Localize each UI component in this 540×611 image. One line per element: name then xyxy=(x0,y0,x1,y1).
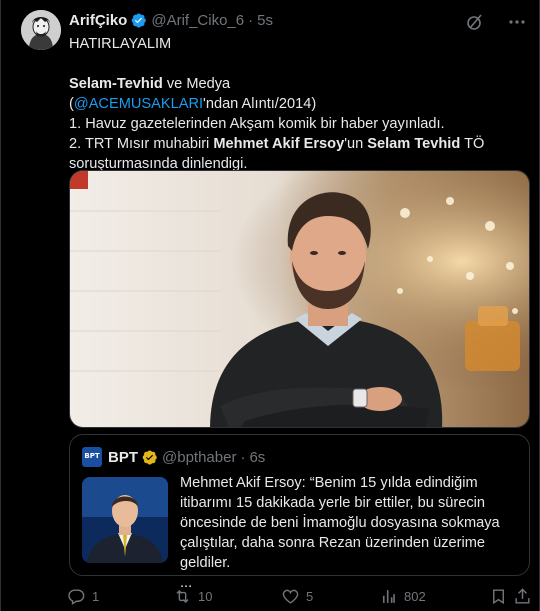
retweet-icon xyxy=(176,589,189,603)
item2-org-bold: Selam Tevhid xyxy=(367,136,461,152)
bpt-logo[interactable]: BPT xyxy=(82,447,102,467)
retweet-count: 10 xyxy=(198,588,213,604)
bpt-logo-text: BPT xyxy=(84,452,100,460)
tweet-actions: 1 10 5 802 xyxy=(67,586,531,606)
quoted-tweet[interactable]: BPT BPT @bpthaber · 6s Mehmet Akif Ersoy… xyxy=(69,434,530,591)
title-rest: ve Medya xyxy=(162,76,231,92)
quoted-tweet-header: BPT BPT @bpthaber · 6s xyxy=(82,447,265,467)
like-button[interactable]: 5 xyxy=(281,587,313,606)
quoted-tweet-time[interactable]: 6s xyxy=(249,449,265,466)
quoted-tweet-thumbnail[interactable] xyxy=(82,477,168,563)
views-count: 802 xyxy=(404,588,426,604)
tweet-time[interactable]: 5s xyxy=(257,12,273,29)
title-bold: Selam-Tevhid xyxy=(69,76,163,92)
avatar-image xyxy=(21,10,61,50)
quoted-tweet-text: Mehmet Akif Ersoy: “Benim 15 yılda edind… xyxy=(180,473,520,593)
verified-badge-icon xyxy=(132,13,147,28)
share-icon xyxy=(515,587,530,604)
tweet-source-line: (@ACEMUSAKLARI'ndan Alıntı/2014) xyxy=(69,94,529,114)
tweet-item-2: 2. TRT Mısır muhabiri Mehmet Akif Ersoy'… xyxy=(69,134,529,154)
reply-count: 1 xyxy=(92,588,100,604)
reply-icon xyxy=(68,588,85,605)
tweet-top-actions xyxy=(465,12,527,32)
share-button[interactable] xyxy=(513,587,532,606)
bookmark-icon xyxy=(493,588,504,604)
like-count: 5 xyxy=(306,588,314,604)
thumbnail-image xyxy=(82,477,168,563)
quoted-author-name[interactable]: BPT xyxy=(108,449,138,466)
tweet-photo[interactable] xyxy=(69,170,530,428)
views-button[interactable]: 802 xyxy=(379,587,426,606)
bookmark-button[interactable] xyxy=(489,587,508,606)
separator-dot: · xyxy=(240,448,246,466)
tweet[interactable]: ArifÇiko @Arif_Ciko_6 · 5s HATIRLAYALIM xyxy=(0,0,540,611)
views-icon xyxy=(382,589,395,603)
tweet-line-1: HATIRLAYALIM xyxy=(69,36,172,52)
tweet-header: ArifÇiko @Arif_Ciko_6 · 5s xyxy=(69,12,273,29)
tweet-item-1: 1. Havuz gazetelerinden Akşam komik bir … xyxy=(69,116,445,132)
paren-rest: 'ndan Alıntı/2014) xyxy=(203,96,317,112)
quoted-text-body: Mehmet Akif Ersoy: “Benim 15 yılda edind… xyxy=(180,475,500,571)
item2-part-e: TÖ xyxy=(460,136,485,152)
more-icon[interactable] xyxy=(507,12,527,32)
photo-image xyxy=(70,171,529,427)
quoted-author-handle[interactable]: @bpthaber xyxy=(162,449,236,466)
author-name[interactable]: ArifÇiko xyxy=(69,12,127,29)
mention-link[interactable]: @ACEMUSAKLARI xyxy=(74,96,203,112)
reply-button[interactable]: 1 xyxy=(67,587,99,606)
item2-part-c: 'un xyxy=(344,136,368,152)
like-icon xyxy=(282,589,299,604)
retweet-button[interactable]: 10 xyxy=(173,587,212,606)
item2-name-bold: Mehmet Akif Ersoy xyxy=(213,136,345,152)
grok-icon[interactable] xyxy=(465,12,485,32)
tweet-title-line: Selam-Tevhid ve Medya xyxy=(69,74,529,94)
tweet-text: HATIRLAYALIM Selam-Tevhid ve Medya (@ACE… xyxy=(69,34,529,174)
separator-dot: · xyxy=(248,12,254,29)
verified-badge-icon xyxy=(142,449,157,465)
avatar[interactable] xyxy=(21,10,61,50)
item2-part-a: 2. TRT Mısır muhabiri xyxy=(69,136,214,152)
author-handle[interactable]: @Arif_Ciko_6 xyxy=(151,12,244,29)
